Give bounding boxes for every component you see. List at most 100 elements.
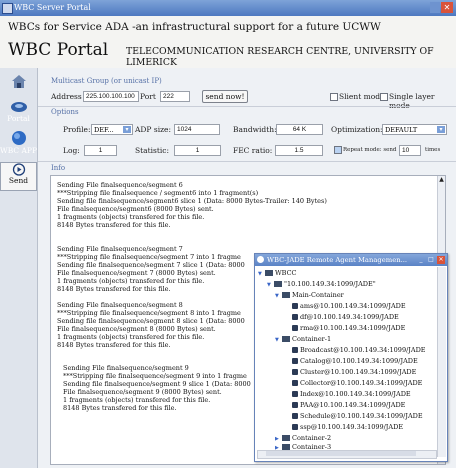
- times-label: times: [425, 147, 441, 153]
- log-input[interactable]: [84, 145, 117, 156]
- address-input[interactable]: [83, 91, 139, 102]
- tree-node-root[interactable]: WBCC: [265, 269, 297, 277]
- agent-window-title: WBC-JADE Remote Agent Managemen...: [267, 256, 408, 264]
- agent-icon: [292, 347, 298, 353]
- silent-mode-label: Slient mode: [339, 92, 385, 101]
- sidebar-item-send-label: Send: [8, 176, 29, 185]
- port-input[interactable]: [160, 91, 190, 102]
- agent-icon: [292, 424, 298, 430]
- scrollbar-thumb[interactable]: [266, 451, 416, 456]
- tree-node-agent[interactable]: ams@10.100.149.34:1099/JADE: [292, 302, 406, 310]
- repeat-count-input[interactable]: [399, 145, 421, 156]
- expand-toggle-icon[interactable]: ▼: [267, 282, 271, 288]
- log-line: 1 fragments (objects) transfered for thi…: [63, 396, 211, 404]
- repeat-mode-label: Repeat mode: send: [343, 147, 397, 153]
- tree-node-label: Container-2: [292, 434, 332, 442]
- sidebar-item-portal-label: Portal: [7, 114, 30, 123]
- tree-node-label: Collector@10.100.149.34:1099/JADE: [300, 379, 423, 387]
- tree-node-agent[interactable]: df@10.100.149.34:1099/JADE: [292, 313, 399, 321]
- log-line: Sending File finalsequence/segment 7: [57, 245, 183, 253]
- tree-node-agent[interactable]: PAA@10.100.149.34:1099/JADE: [292, 401, 405, 409]
- tree-node-agent[interactable]: Schedule@10.100.149.34:1099/JADE: [292, 412, 423, 420]
- chevron-down-icon: ▾: [437, 126, 445, 133]
- repeat-mode-checkbox[interactable]: [334, 146, 342, 154]
- tree-node-container-1[interactable]: Container-1: [282, 335, 331, 343]
- send-now-button[interactable]: send now!: [202, 90, 248, 103]
- expand-toggle-icon[interactable]: ▶: [275, 436, 279, 442]
- bandwidth-input[interactable]: [276, 124, 323, 135]
- scroll-up-icon[interactable]: ▲: [438, 176, 445, 184]
- sidebar-item-send[interactable]: Send: [0, 162, 37, 191]
- tree-node-agent[interactable]: Collector@10.100.149.34:1099/JADE: [292, 379, 422, 387]
- agent-icon: [292, 402, 298, 408]
- tree-node-main-container[interactable]: Main-Container: [282, 291, 344, 299]
- adp-size-input[interactable]: [174, 124, 220, 135]
- statistic-input[interactable]: [174, 145, 221, 156]
- log-line: ***Stripping file finalsequence/segment …: [63, 372, 247, 380]
- log-line: File finalsequence/segment 8 (8000 Bytes…: [57, 325, 216, 333]
- tree-node-agent[interactable]: ssp@10.100.149.34:1099/JADE: [292, 423, 403, 431]
- agent-maximize-button[interactable]: □: [427, 256, 435, 264]
- jade-icon: [257, 256, 264, 263]
- expand-toggle-icon[interactable]: ▼: [275, 293, 279, 299]
- log-line: File finalsequence/segment 7 (8000 Bytes…: [57, 269, 216, 277]
- sidebar: Portal WBC APP Send: [0, 68, 38, 468]
- sidebar-item-portal[interactable]: Portal: [0, 100, 37, 123]
- fec-ratio-input[interactable]: [275, 145, 323, 156]
- expand-toggle-icon[interactable]: ▼: [275, 337, 279, 343]
- optimization-select[interactable]: DEFAULT ▾: [382, 124, 447, 135]
- sidebar-item-wbc-app[interactable]: WBC APP: [0, 130, 37, 155]
- divider: [38, 106, 456, 107]
- log-line: 8148 Bytes transfered for this file.: [57, 341, 171, 349]
- tree-node-label: Catalog@10.100.149.34:1099/JADE: [300, 357, 418, 365]
- log-line: 8148 Bytes transfered for this file.: [63, 404, 177, 412]
- tree-node-label: PAA@10.100.149.34:1099/JADE: [300, 401, 406, 409]
- profile-select-value: DEF...: [94, 126, 114, 134]
- divider: [38, 161, 456, 162]
- portal-icon: [10, 102, 27, 112]
- portal-header: WBCs for Service ADA -an infrastructural…: [0, 16, 456, 69]
- tree-node-platform[interactable]: "10.100.149.34:1099/JADE": [274, 280, 376, 288]
- profile-select[interactable]: DEF... ▾: [91, 124, 133, 135]
- agent-close-button[interactable]: ✕: [437, 256, 445, 264]
- app-globe-icon: [11, 131, 26, 145]
- tree-node-container-2[interactable]: Container-2: [282, 434, 331, 442]
- agent-icon: [292, 391, 298, 397]
- minimize-button[interactable]: [430, 2, 440, 13]
- log-line: ***Stripping file finalsequence/segment …: [57, 309, 241, 317]
- tree-node-agent[interactable]: rma@10.100.149.34:1099/JADE: [292, 324, 405, 332]
- tree-node-label: ams@10.100.149.34:1099/JADE: [300, 302, 406, 310]
- agent-horizontal-scrollbar[interactable]: [257, 450, 437, 459]
- tree-node-agent[interactable]: Broadcast@10.100.149.34:1099/JADE: [292, 346, 426, 354]
- tree-node-label: rma@10.100.149.34:1099/JADE: [300, 324, 406, 332]
- agent-window-titlebar[interactable]: WBC-JADE Remote Agent Managemen... _ □ ✕: [255, 254, 447, 266]
- close-button[interactable]: ✕: [441, 2, 453, 13]
- multicast-section-label: Multicast Group (or unicast IP): [51, 77, 162, 85]
- expand-toggle-icon[interactable]: ▼: [258, 271, 262, 277]
- sidebar-item-home[interactable]: [0, 72, 37, 90]
- single-layer-checkbox[interactable]: [380, 93, 388, 101]
- silent-mode-checkbox[interactable]: [330, 93, 338, 101]
- send-play-icon: [12, 163, 25, 176]
- agent-icon: [292, 380, 298, 386]
- tree-node-agent[interactable]: Catalog@10.100.149.34:1099/JADE: [292, 357, 418, 365]
- log-line: File finalsequence/segment 9 (8000 Bytes…: [63, 388, 222, 396]
- single-layer-label: Single layer mode: [389, 92, 435, 110]
- log-line: 8148 Bytes transfered for this file.: [57, 221, 171, 229]
- tree-node-agent[interactable]: Cluster@10.100.149.34:1099/JADE: [292, 368, 416, 376]
- agent-minimize-button[interactable]: _: [417, 256, 425, 264]
- portal-subtitle: WBCs for Service ADA -an infrastructural…: [8, 21, 381, 33]
- organization-name: TELECOMMUNICATION RESEARCH CENTRE, UNIVE…: [126, 46, 434, 68]
- agent-management-window[interactable]: WBC-JADE Remote Agent Managemen... _ □ ✕…: [254, 253, 448, 462]
- fec-ratio-label: FEC ratio:: [233, 146, 273, 155]
- optimization-label: Optimization:: [331, 125, 383, 134]
- folder-icon: [282, 292, 290, 298]
- tree-node-agent[interactable]: Index@10.100.149.34:1099/JADE: [292, 390, 411, 398]
- log-line: 1 fragments (objects) transfered for thi…: [57, 277, 205, 285]
- tree-node-label: Schedule@10.100.149.34:1099/JADE: [300, 412, 423, 420]
- profile-label: Profile:: [63, 125, 91, 134]
- log-line: 1 fragments (objects) transfered for thi…: [57, 333, 205, 341]
- folder-icon: [282, 336, 290, 342]
- agent-vertical-scrollbar[interactable]: [437, 267, 446, 457]
- tree-node-label: Broadcast@10.100.149.34:1099/JADE: [300, 346, 426, 354]
